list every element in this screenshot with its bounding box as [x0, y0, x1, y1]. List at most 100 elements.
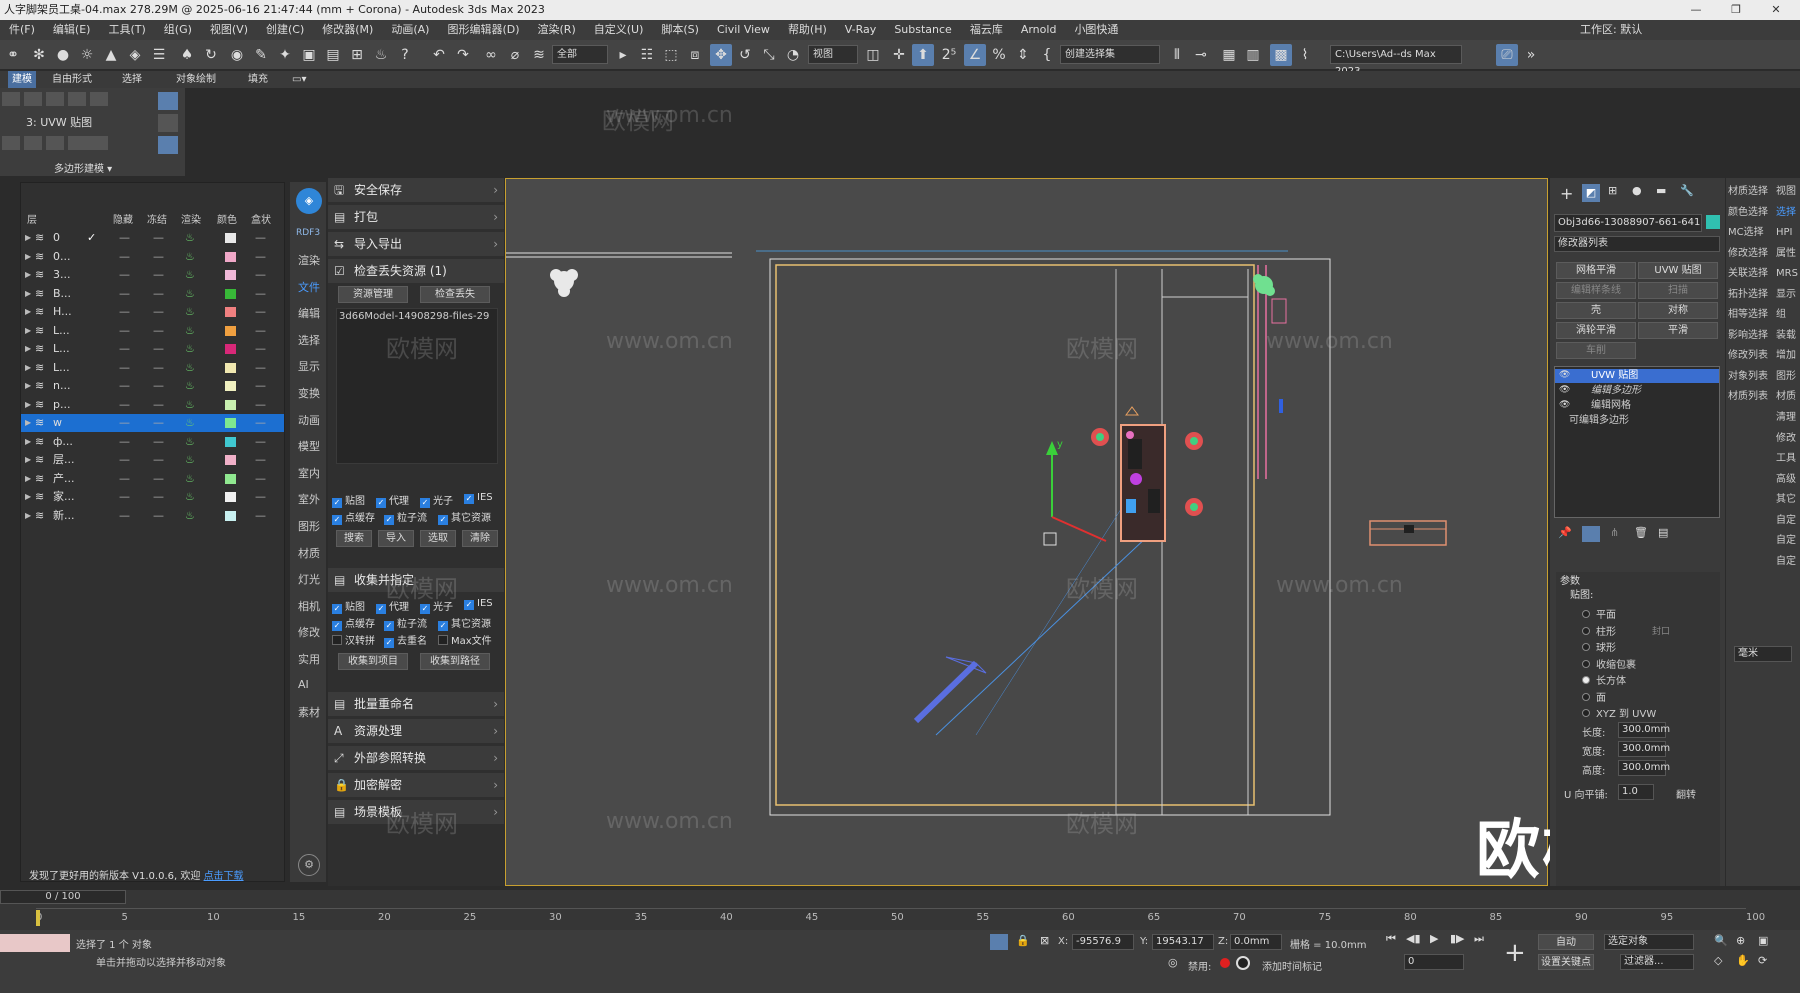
collect-dedupe[interactable]: ✓ 去重名 [384, 632, 427, 648]
box-toggle[interactable]: — [255, 414, 266, 432]
curve-editor-icon[interactable]: ⌇ [1294, 44, 1316, 66]
radio-icon[interactable] [1582, 692, 1590, 701]
mapping-option[interactable]: 平面 [1582, 606, 1616, 621]
params-title[interactable]: 参数 [1560, 572, 1580, 587]
play-icon[interactable]: ▶ [1430, 932, 1438, 945]
bulb-icon[interactable]: ✦ [274, 44, 296, 66]
viewport-top[interactable]: y 欧模网 www.om.cn 欧模网 www.om.cn 欧模网 www.om… [386, 103, 1672, 888]
collect-pinyin[interactable]: 汉转拼 [332, 632, 375, 647]
border-icon[interactable] [46, 92, 64, 106]
zoom-all-icon[interactable]: ⊕ [1736, 934, 1745, 947]
edit-spline-button[interactable]: 编辑样条线 [1556, 282, 1636, 299]
render-teapot-icon[interactable]: ♨ [185, 451, 195, 469]
ribbon-options-icon[interactable]: ▭▾ [292, 71, 306, 88]
layer-row[interactable]: ▶ ≋ 0 ✓ — — ♨ — [21, 229, 284, 247]
modifier-list-select[interactable]: 修改器列表 [1554, 236, 1720, 252]
download-link[interactable]: 点击下载 [204, 871, 244, 882]
layer-row[interactable]: ▶ ≋ L... — — ♨ — [21, 322, 284, 340]
layer-row[interactable]: ▶ ≋ p... — — ♨ — [21, 396, 284, 414]
freeze-toggle[interactable]: — [153, 322, 164, 340]
layer-name[interactable]: p... [53, 396, 70, 414]
reference-coord-select[interactable]: 视图 [808, 45, 858, 64]
motion-tab-icon[interactable]: ● [1632, 184, 1642, 197]
rdf-item-0[interactable]: 渲染 [298, 252, 320, 268]
quick-button[interactable]: 材质选择 [1728, 184, 1774, 200]
eye-icon[interactable]: 👁 [1559, 370, 1570, 380]
expand-arrow-icon[interactable]: ▶ [25, 266, 31, 284]
tab-object-paint[interactable]: 对象绘制 [176, 71, 216, 88]
maximize-button[interactable]: ❐ [1716, 0, 1756, 20]
hide-toggle[interactable]: — [119, 322, 130, 340]
layer-color-swatch[interactable] [225, 473, 236, 484]
render-teapot-icon[interactable]: ♨ [185, 266, 195, 284]
zoom-icon[interactable]: 🔍 [1714, 934, 1728, 947]
pan-icon[interactable]: ✋ [1736, 954, 1750, 967]
expand-arrow-icon[interactable]: ▶ [25, 433, 31, 451]
object-color-swatch[interactable] [1706, 215, 1720, 229]
menu-item-0[interactable]: 件(F) [0, 20, 44, 40]
box-toggle[interactable]: — [255, 303, 266, 321]
quick-button[interactable]: 清理 [1776, 410, 1800, 426]
cap-option[interactable]: 封口 [1652, 624, 1670, 637]
expand-arrow-icon[interactable]: ▶ [25, 451, 31, 469]
layer-name[interactable]: n... [53, 377, 70, 395]
hide-toggle[interactable]: — [119, 396, 130, 414]
collect-maps[interactable]: ✓ 贴图 [332, 598, 365, 614]
frame-icon[interactable]: ▣ [298, 44, 320, 66]
layer-color-swatch[interactable] [225, 270, 236, 280]
freeze-toggle[interactable]: — [153, 470, 164, 488]
layer-row[interactable]: ▶ ≋ H... — — ♨ — [21, 303, 284, 321]
menu-item-4[interactable]: 视图(V) [201, 20, 257, 40]
align-icon[interactable]: ⊸ [1190, 44, 1212, 66]
place-icon[interactable]: ◔ [782, 44, 804, 66]
tree-icon[interactable]: ▲ [100, 44, 122, 66]
render-teapot-icon[interactable]: ♨ [185, 470, 195, 488]
mapping-option[interactable]: 收缩包裹 [1582, 656, 1636, 671]
symmetry-button[interactable]: 对称 [1638, 302, 1718, 319]
rdf-logo-icon[interactable]: ◈ [296, 188, 322, 214]
snap-2-5-icon[interactable]: 2⁵ [938, 44, 960, 66]
layer-row[interactable]: ▶ ≋ 0... — — ♨ — [21, 248, 284, 266]
hide-toggle[interactable]: — [119, 285, 130, 303]
rdf-item-16[interactable]: AI [298, 678, 309, 691]
check-particle-flow[interactable]: ✓ 粒子流 [384, 509, 427, 525]
menu-item-3[interactable]: 组(G) [155, 20, 201, 40]
layer-color-swatch[interactable] [225, 344, 236, 354]
section-missing-assets[interactable]: ☑ 检查丢失资源 (1) [328, 259, 504, 283]
render-teapot-icon[interactable]: ♨ [185, 433, 195, 451]
import-button[interactable]: 导入 [378, 530, 414, 547]
rdf-settings-gear-icon[interactable]: ⚙ [298, 854, 320, 876]
select-icon[interactable]: ▸ [612, 44, 634, 66]
pick-button[interactable]: 选取 [420, 530, 456, 547]
network-icon[interactable]: ✻ [28, 44, 50, 66]
teapot-icon[interactable]: ♨ [370, 44, 392, 66]
radio-icon[interactable] [1582, 626, 1590, 635]
menu-item-6[interactable]: 修改器(M) [313, 20, 382, 40]
layer-name[interactable]: w [53, 414, 62, 432]
current-layer-check[interactable]: ✓ [87, 229, 96, 247]
go-to-end-icon[interactable]: ⏭ [1474, 932, 1484, 946]
layer-row[interactable]: ▶ ≋ 家... — — ♨ — [21, 488, 284, 506]
lathe-button[interactable]: 车削 [1556, 342, 1636, 359]
freeze-toggle[interactable]: — [153, 377, 164, 395]
quick-button[interactable]: 图形 [1776, 369, 1800, 385]
layer-explorer-icon[interactable]: ▦ [1218, 44, 1240, 66]
vertex-icon[interactable] [2, 92, 20, 106]
expand-arrow-icon[interactable]: ▶ [25, 414, 31, 432]
quick-button[interactable]: 颜色选择 [1728, 205, 1774, 221]
layer-row[interactable]: ▶ ≋ n... — — ♨ — [21, 377, 284, 395]
menu-item-2[interactable]: 工具(T) [99, 20, 154, 40]
layer-color-swatch[interactable] [225, 492, 236, 502]
quick-button[interactable]: 视图 [1776, 184, 1800, 200]
quick-button[interactable]: 自定 [1776, 554, 1800, 570]
missing-asset-item[interactable]: 3d66Model-14908298-files-29 [339, 311, 489, 322]
rdf-item-10[interactable]: 图形 [298, 518, 320, 534]
collect-ies[interactable]: ✓ IES [464, 598, 493, 610]
quick-button[interactable]: 修改选择 [1728, 246, 1774, 262]
hide-toggle[interactable]: — [119, 433, 130, 451]
polygon-modeling-dropdown[interactable]: 多边形建模 ▾ [54, 160, 112, 175]
expand-arrow-icon[interactable]: ▶ [25, 229, 31, 247]
col-render[interactable]: 渲染 [181, 211, 201, 226]
box-toggle[interactable]: — [255, 359, 266, 377]
layer-color-swatch[interactable] [225, 381, 236, 391]
